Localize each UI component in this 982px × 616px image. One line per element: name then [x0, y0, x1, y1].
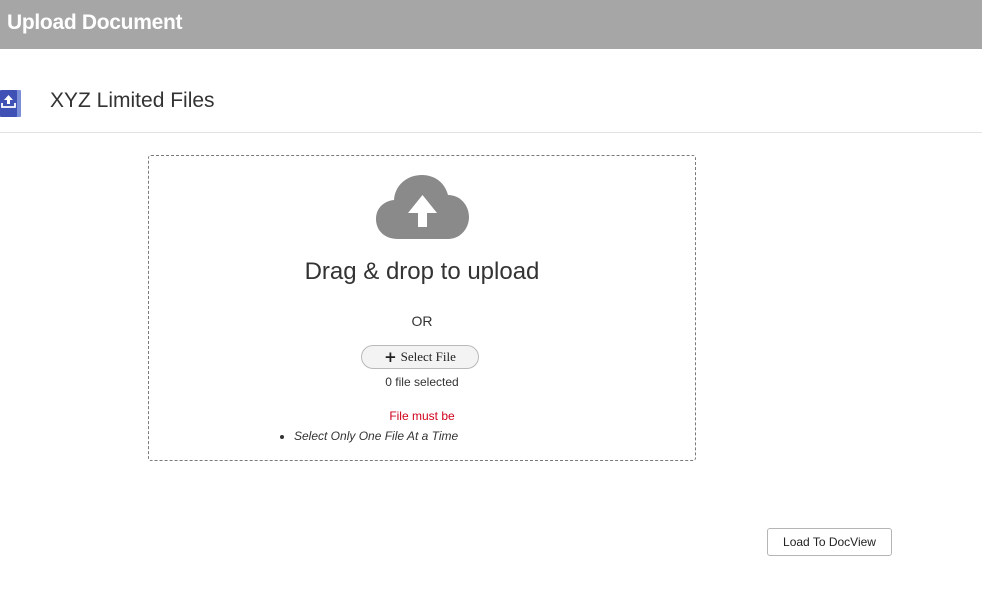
section-title: XYZ Limited Files — [50, 89, 215, 112]
load-to-docview-button[interactable]: Load To DocView — [767, 528, 892, 556]
cloud-upload-icon — [376, 173, 469, 241]
file-count-text: 0 file selected — [385, 375, 459, 389]
select-file-button[interactable]: + Select File — [361, 345, 479, 369]
upload-tray-icon — [0, 90, 21, 117]
drag-drop-text: Drag & drop to upload — [304, 258, 540, 285]
list-item: Select Only One File At a Time — [294, 429, 458, 443]
section-header: XYZ Limited Files — [0, 49, 982, 133]
upload-dropzone[interactable]: Drag & drop to upload OR + Select File 0… — [148, 155, 696, 461]
window-title: Upload Document — [7, 11, 183, 34]
title-bar: Upload Document — [0, 0, 982, 49]
upload-rules-list: Select Only One File At a Time — [294, 429, 458, 443]
plus-icon: + — [384, 347, 397, 366]
file-warning-text: File must be — [389, 409, 455, 423]
or-separator: OR — [411, 313, 433, 329]
select-file-label: Select File — [400, 349, 456, 364]
